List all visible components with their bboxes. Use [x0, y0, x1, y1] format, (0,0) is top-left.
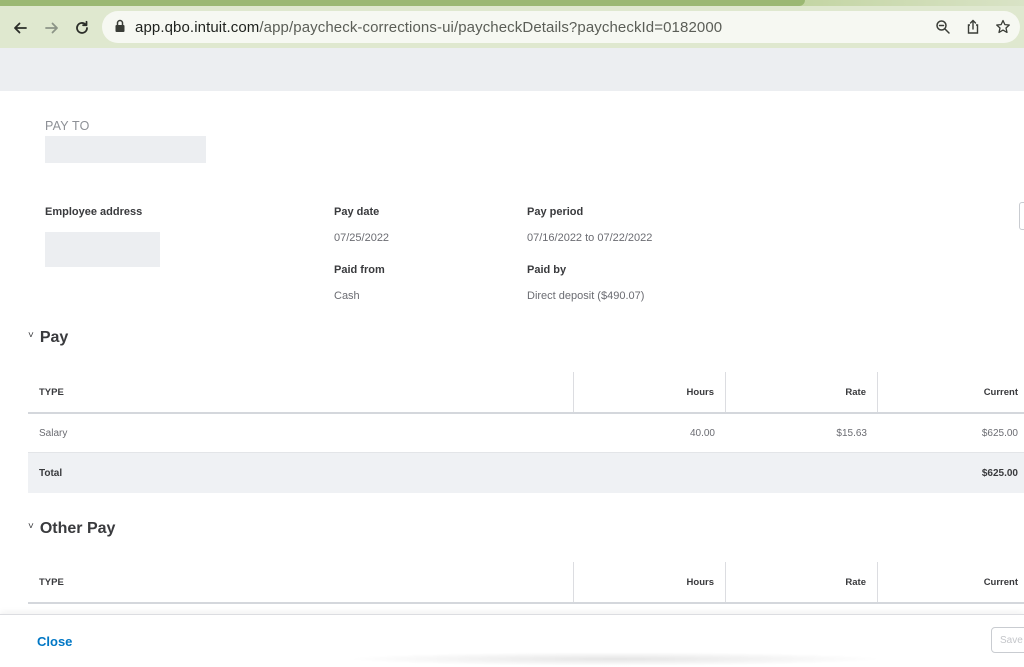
chevron-down-icon: ˅ — [28, 329, 34, 341]
table-row: Salary 40.00 $15.63 $625.00 — [28, 414, 1024, 453]
row-rate: $15.63 — [836, 427, 867, 439]
paid-by-label: Paid by — [527, 264, 567, 276]
paid-from-label: Paid from — [334, 264, 385, 276]
lock-icon — [114, 19, 126, 38]
save-button[interactable]: Save — [991, 627, 1024, 653]
page-header-band — [0, 48, 1024, 91]
url-text: app.qbo.intuit.com/app/paycheck-correcti… — [135, 19, 722, 36]
zoom-icon[interactable] — [934, 18, 952, 36]
reload-button[interactable] — [70, 16, 94, 40]
col-hours-header: Hours — [574, 562, 726, 602]
share-icon[interactable] — [964, 18, 982, 36]
total-current: $625.00 — [981, 467, 1018, 479]
col-current-header: Current — [983, 386, 1018, 398]
chevron-down-icon: ˅ — [28, 520, 34, 532]
other-pay-section-title: Other Pay — [39, 520, 116, 537]
footer-shadow — [345, 652, 885, 666]
paycheck-details-panel: PAY TO Employee address Pay date 07/25/2… — [0, 91, 1024, 614]
pay-table-header: TYPE Hours Rate Current — [28, 372, 1024, 414]
forward-arrow-icon — [45, 22, 58, 34]
back-arrow-icon — [14, 22, 27, 34]
forward-button[interactable] — [40, 16, 64, 40]
pay-date-label: Pay date — [334, 206, 380, 218]
close-button[interactable]: Close — [37, 634, 72, 649]
back-button[interactable] — [8, 16, 32, 40]
pay-period-value: 07/16/2022 to 07/22/2022 — [527, 232, 653, 244]
total-label: Total — [39, 467, 63, 479]
row-current: $625.00 — [981, 427, 1018, 439]
pay-period-label: Pay period — [527, 206, 584, 218]
col-rate-header: Rate — [726, 372, 878, 412]
total-hours — [574, 453, 726, 493]
side-panel-handle[interactable] — [1019, 202, 1024, 230]
bookmark-star-icon[interactable] — [994, 18, 1012, 36]
employee-address-label: Employee address — [45, 206, 143, 218]
col-current-header: Current — [983, 576, 1018, 588]
browser-toolbar: app.qbo.intuit.com/app/paycheck-correcti… — [0, 6, 1024, 48]
reload-icon — [76, 20, 88, 34]
pay-to-name-redacted — [45, 136, 206, 163]
paid-by-value: Direct deposit ($490.07) — [527, 290, 645, 302]
pay-to-label: PAY TO — [45, 119, 90, 133]
pay-date-value: 07/25/2022 — [334, 232, 390, 244]
row-hours: 40.00 — [689, 427, 715, 439]
total-row: Total $625.00 — [28, 453, 1024, 493]
col-type-header: TYPE — [28, 372, 574, 412]
paid-from-value: Cash — [334, 290, 360, 302]
row-type: Salary — [39, 427, 68, 439]
address-bar[interactable]: app.qbo.intuit.com/app/paycheck-correcti… — [102, 11, 1020, 43]
total-rate — [726, 453, 878, 493]
url-path: /app/paycheck-corrections-ui/paycheckDet… — [259, 19, 723, 36]
employee-address-redacted — [45, 232, 160, 267]
other-pay-section-toggle[interactable]: ˅ Other Pay — [28, 520, 115, 538]
other-pay-table-header: TYPE Hours Rate Current — [28, 562, 1024, 604]
col-type-header: TYPE — [28, 562, 574, 602]
col-hours-header: Hours — [574, 372, 726, 412]
pay-section-toggle[interactable]: ˅ Pay — [28, 329, 68, 347]
col-rate-header: Rate — [726, 562, 878, 602]
url-host: app.qbo.intuit.com — [135, 19, 260, 36]
pay-section-title: Pay — [39, 329, 69, 346]
